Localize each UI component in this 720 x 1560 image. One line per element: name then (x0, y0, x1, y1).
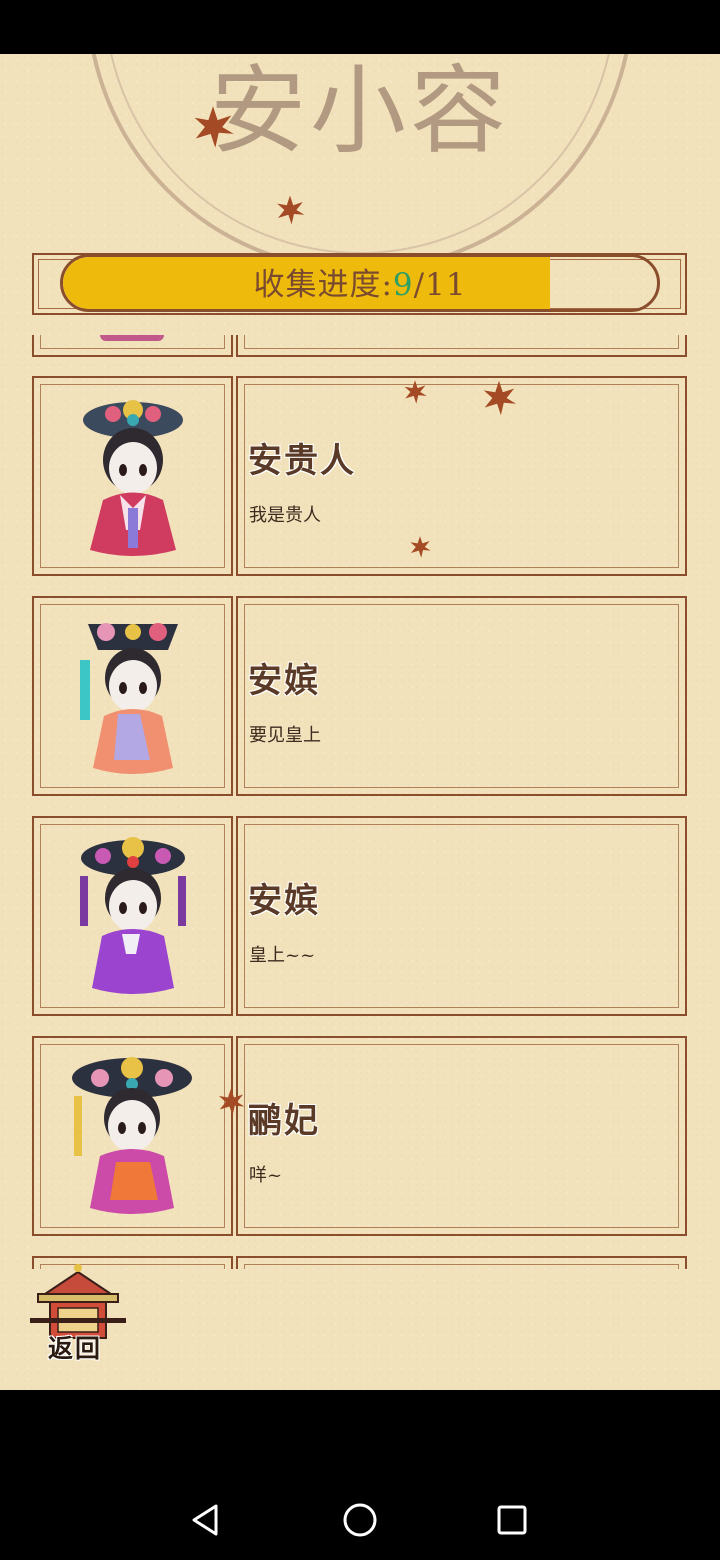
square-recents-icon[interactable] (492, 1500, 532, 1540)
consort-portrait (80, 837, 186, 994)
consort-portrait (72, 1057, 192, 1214)
character-line: 我是贵人 (249, 505, 321, 526)
back-label[interactable]: 返回 (48, 1329, 102, 1365)
character-line: 要见皇上 (249, 725, 321, 746)
circle-home-icon[interactable] (340, 1500, 380, 1540)
maple-leaf-icon (194, 106, 234, 148)
character-name: 安嫔 (248, 881, 320, 921)
info-panel (236, 1256, 687, 1269)
maple-leaf-icon (483, 380, 517, 416)
maple-leaf-icon (219, 1088, 245, 1116)
info-panel (236, 335, 687, 357)
progress-separator: / (413, 267, 426, 303)
maple-leaf-icon (410, 536, 431, 558)
triangle-back-icon[interactable] (186, 1500, 226, 1540)
character-title: 安小容 (210, 55, 510, 167)
collection-screen: 安小容 收集进度:9/11 安贵人 我是贵人 安嫔 要见皇上 安嫔 皇上~~ 鹂… (0, 54, 720, 1390)
progress-label: 收集进度: (253, 267, 393, 303)
character-name: 安嫔 (248, 661, 320, 701)
portrait-panel (32, 1036, 233, 1236)
consort-portrait (80, 623, 178, 774)
consort-portrait (83, 400, 183, 556)
progress-text: 收集进度:9/11 (60, 254, 660, 312)
character-line: 咩~ (249, 1165, 283, 1186)
progress-total: 11 (425, 267, 467, 303)
character-line: 皇上~~ (249, 945, 316, 966)
progress-current: 9 (392, 267, 414, 303)
portrait-panel (32, 596, 233, 796)
character-name: 安贵人 (248, 441, 356, 481)
character-name: 鹂妃 (248, 1101, 320, 1141)
status-bar (0, 0, 720, 54)
maple-leaf-icon (404, 380, 427, 404)
maple-leaf-icon (277, 195, 305, 225)
portrait-fragment (100, 335, 164, 341)
portrait-panel (32, 816, 233, 1016)
portrait-panel (32, 376, 233, 576)
character-list[interactable]: 安贵人 我是贵人 安嫔 要见皇上 安嫔 皇上~~ 鹂妃 咩~ (0, 335, 720, 1269)
